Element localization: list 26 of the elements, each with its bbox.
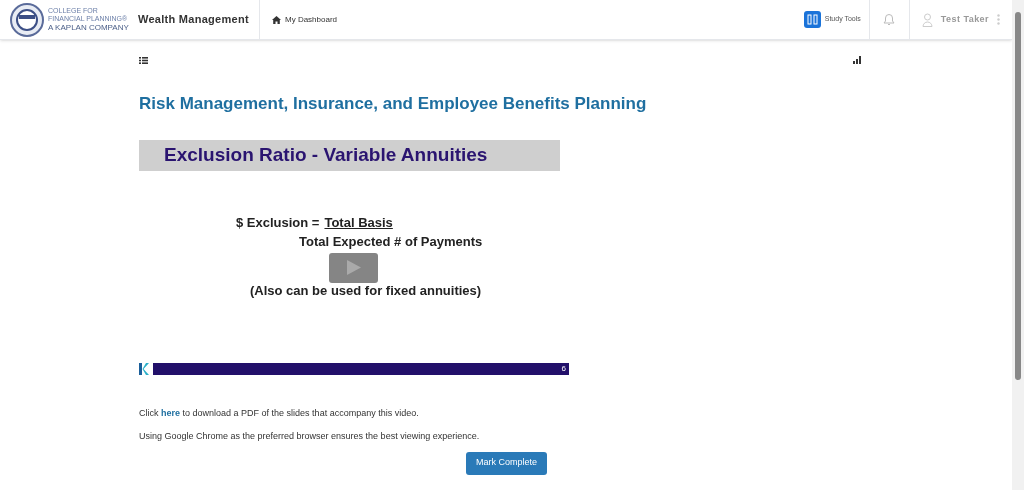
dashboard-link[interactable]: My Dashboard: [260, 13, 350, 26]
download-note: Click here to download a PDF of the slides that accompany this video.: [139, 406, 420, 420]
play-icon: [346, 260, 361, 275]
course-dropdown[interactable]: Wealth Management: [130, 0, 260, 39]
slide-page-number: 6: [561, 364, 566, 373]
play-button[interactable]: [329, 252, 378, 283]
bell-icon: [882, 12, 897, 27]
scrollbar[interactable]: [1012, 0, 1024, 490]
slide-note: (Also can be used for fixed annuities): [250, 281, 482, 300]
download-link[interactable]: here: [161, 407, 181, 418]
user-icon: [921, 12, 933, 27]
browser-note: Using Google Chrome as the preferred browser ensures the best viewing experience.: [139, 430, 481, 443]
mark-complete-button[interactable]: Mark Complete: [466, 451, 547, 475]
slide-heading: Exclusion Ratio - Variable Annuities: [164, 142, 488, 167]
more-vertical-icon: [997, 14, 1000, 25]
slide-denominator: Total Expected # of Payments: [299, 233, 483, 251]
lesson-title: Risk Management, Insurance, and Employee Benefits Planning: [139, 93, 648, 115]
home-icon: [272, 15, 281, 24]
book-columns-icon: [803, 11, 821, 28]
logo-subtext: A KAPLAN COMPANY: [48, 23, 129, 32]
slide-formula-label: $ Exclusion =: [236, 213, 320, 232]
kaplan-k-icon: [139, 362, 150, 375]
bar-chart-icon[interactable]: [853, 56, 862, 64]
video-player[interactable]: Exclusion Ratio - Variable Annuities $ Exclusion = Total Basis Total Expected # of Payments (Also can be used for fixed annuities) 6: [139, 139, 569, 375]
list-icon[interactable]: [139, 56, 148, 64]
slide-numerator: Total Basis: [324, 213, 393, 232]
